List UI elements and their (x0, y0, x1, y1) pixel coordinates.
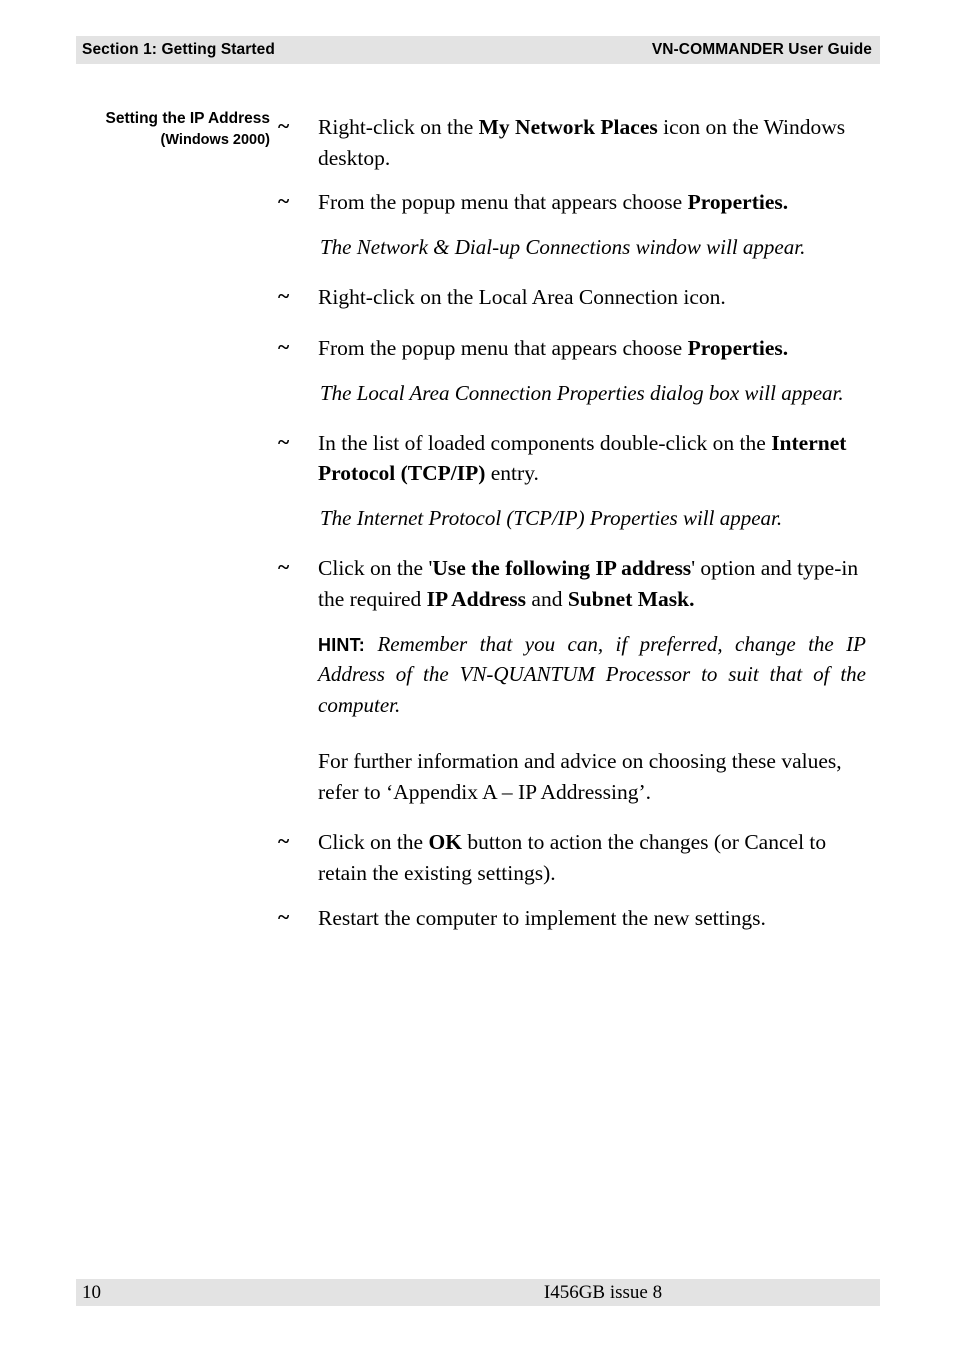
bullet-tilde-icon: ~ (278, 429, 290, 454)
bullet-tilde-icon: ~ (278, 114, 290, 138)
step-2-pre: From the popup menu that appears choose (318, 190, 688, 215)
note-tcpip-properties: The Internet Protocol (TCP/IP) Propertie… (320, 506, 783, 531)
step-4-bold: Properties. (687, 335, 789, 360)
step-7-bold: OK (428, 830, 462, 855)
step-6-bold-ip: IP Address (426, 586, 527, 611)
document-page: Section 1: Getting Started VN-COMMANDER … (0, 0, 954, 1352)
step-5-post: entry. (485, 461, 539, 486)
step-6-mid2: and (526, 586, 568, 611)
page-header: Section 1: Getting Started VN-COMMANDER … (76, 36, 880, 64)
step-item-7: ~ Click on the OK button to action the c… (278, 827, 878, 888)
step-4-pre: From the popup menu that appears choose (318, 335, 688, 360)
step-item-1: ~ Right-click on the My Network Places i… (278, 112, 878, 173)
step-5-pre: In the list of loaded components double-… (318, 430, 772, 455)
step-item-8: ~ Restart the computer to implement the … (278, 903, 878, 934)
step-2-bold: Properties. (687, 190, 789, 215)
step-item-3: ~ Right-click on the Local Area Connecti… (278, 282, 878, 313)
note-lac-properties: The Local Area Connection Properties dia… (320, 380, 844, 405)
margin-heading-line1: Setting the IP Address (105, 110, 270, 127)
step-1-pre: Right-click on the (318, 115, 479, 139)
step-6-bold-option: Use the following IP address (432, 556, 692, 581)
footer-document-ref: I456GB issue 8 (543, 1281, 663, 1303)
step-6-pre: Click on the ' (318, 556, 433, 581)
page-footer: 10 I456GB issue 8 (76, 1279, 880, 1306)
margin-heading: Setting the IP Address (Windows 2000) (60, 108, 270, 151)
bullet-tilde-icon: ~ (278, 555, 290, 580)
hint-label: HINT: (318, 634, 365, 655)
step-6-bold-subnet: Subnet Mask. (567, 586, 695, 611)
bullet-tilde-icon: ~ (278, 829, 290, 854)
header-section-title: Section 1: Getting Started (82, 41, 275, 58)
hint-text: Remember that you can, if preferred, cha… (318, 631, 867, 717)
body-column: ~ Right-click on the My Network Places i… (278, 112, 878, 950)
step-item-2: ~ From the popup menu that appears choos… (278, 187, 878, 218)
step-item-5: ~ In the list of loaded components doubl… (278, 428, 878, 489)
bullet-tilde-icon: ~ (278, 904, 290, 929)
bullet-tilde-icon: ~ (278, 284, 290, 309)
step-8-text: Restart the computer to implement the ne… (318, 905, 766, 930)
header-document-title: VN-COMMANDER User Guide (651, 41, 872, 58)
footer-page-number: 10 (82, 1281, 101, 1303)
step-item-4: ~ From the popup menu that appears choos… (278, 333, 878, 364)
margin-heading-line2: (Windows 2000) (160, 132, 270, 148)
step-7-pre: Click on the (318, 830, 429, 855)
step-1-bold: My Network Places (478, 115, 658, 139)
bullet-tilde-icon: ~ (278, 334, 290, 359)
step-3-text: Right-click on the Local Area Connection… (318, 285, 726, 310)
step-item-6: ~ Click on the 'Use the following IP add… (278, 553, 878, 614)
appendix-reference-paragraph: For further information and advice on ch… (318, 748, 842, 804)
note-network-dialup: The Network & Dial-up Connections window… (320, 235, 806, 260)
bullet-tilde-icon: ~ (278, 189, 290, 214)
hint-block: HINT: Remember that you can, if preferre… (278, 629, 878, 720)
